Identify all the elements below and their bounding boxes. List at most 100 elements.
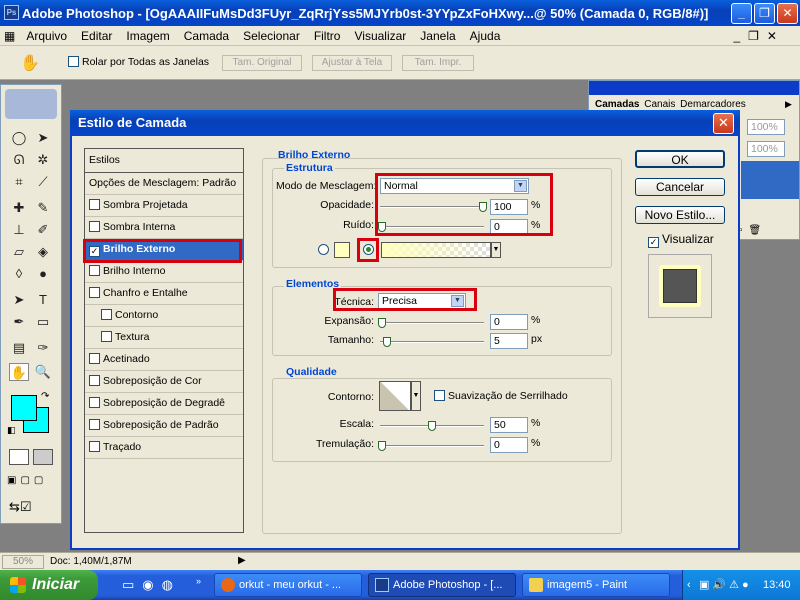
range-input[interactable]: 50: [490, 417, 528, 433]
spread-slider[interactable]: [378, 318, 484, 328]
slice-tool-icon[interactable]: ⟋: [33, 173, 53, 191]
fill-field-panel[interactable]: 100%: [747, 141, 785, 157]
menu-imagem[interactable]: Imagem: [119, 29, 176, 43]
tray-icons[interactable]: ▣🔊⚠●: [699, 570, 752, 600]
spread-slider-thumb[interactable]: [378, 318, 386, 328]
task-paint[interactable]: imagem5 - Paint: [522, 573, 670, 597]
swap-colors-icon[interactable]: ↷: [41, 391, 49, 402]
style-item[interactable]: Textura: [85, 327, 243, 349]
close-button[interactable]: ✕: [777, 3, 798, 24]
glow-gradient-swatch[interactable]: [381, 242, 491, 258]
task-orkut[interactable]: orkut - meu orkut - ...: [214, 573, 362, 597]
style-item[interactable]: Sobreposição de Cor: [85, 371, 243, 393]
doc-window-controls[interactable]: _❐✕: [727, 29, 793, 43]
size-slider-thumb[interactable]: [383, 337, 391, 347]
zoom-level[interactable]: 50%: [2, 555, 44, 569]
opacity-field-panel[interactable]: 100%: [747, 119, 785, 135]
style-checkbox[interactable]: [89, 419, 100, 430]
jitter-input[interactable]: 0: [490, 437, 528, 453]
bucket-tool-icon[interactable]: ◈: [33, 243, 53, 261]
style-checkbox[interactable]: [89, 287, 100, 298]
type-tool-icon[interactable]: T: [33, 291, 53, 309]
stamp-tool-icon[interactable]: ⊥: [9, 221, 29, 239]
status-menu-arrow-icon[interactable]: ▶: [238, 555, 246, 566]
tab-camadas[interactable]: Camadas: [595, 99, 639, 110]
contour-dropdown-icon[interactable]: ▼: [411, 381, 421, 411]
notes-tool-icon[interactable]: ▤: [9, 339, 29, 357]
menu-ajuda[interactable]: Ajuda: [463, 29, 508, 43]
actual-pixels-button[interactable]: Tam. Original: [222, 55, 302, 71]
size-slider[interactable]: [380, 337, 484, 347]
style-item[interactable]: Sombra Projetada: [85, 195, 243, 217]
imageready-icon[interactable]: ⇆☑: [9, 499, 32, 515]
jitter-slider-thumb[interactable]: [378, 441, 386, 451]
ok-button[interactable]: OK: [635, 150, 725, 168]
cancel-button[interactable]: Cancelar: [635, 178, 725, 196]
style-item[interactable]: Brilho Interno: [85, 261, 243, 283]
style-checkbox[interactable]: [89, 199, 100, 210]
dialog-close-button[interactable]: ✕: [713, 113, 734, 134]
doc-icon[interactable]: ▦: [0, 29, 19, 43]
style-item[interactable]: Contorno: [85, 305, 243, 327]
default-colors-icon[interactable]: ◧: [7, 425, 16, 436]
tab-canais[interactable]: Canais: [644, 99, 675, 110]
print-size-button[interactable]: Tam. Impr.: [402, 55, 474, 71]
menu-visualizar[interactable]: Visualizar: [347, 29, 413, 43]
healing-tool-icon[interactable]: ✚: [9, 199, 29, 217]
quicklaunch-icons[interactable]: ▭◉◍: [122, 577, 181, 593]
range-slider[interactable]: [380, 421, 484, 431]
restore-button[interactable]: ❐: [754, 3, 775, 24]
eyedropper-icon[interactable]: ✑: [33, 339, 53, 357]
style-checkbox[interactable]: [89, 375, 100, 386]
eraser-tool-icon[interactable]: ▱: [9, 243, 29, 261]
hand-tool-icon[interactable]: ✋: [20, 53, 40, 73]
style-item[interactable]: Sobreposição de Degradê: [85, 393, 243, 415]
preview-checkbox[interactable]: ✓ Visualizar: [648, 232, 714, 248]
style-checkbox[interactable]: [101, 331, 112, 342]
screen-mode-icons[interactable]: ▣▢▢: [7, 475, 57, 489]
panel-menu-icon[interactable]: ▶: [785, 99, 792, 110]
color-radio[interactable]: [318, 244, 329, 255]
pen-tool-icon[interactable]: ✒: [9, 313, 29, 331]
marquee-tool-icon[interactable]: ◯: [9, 129, 29, 147]
spread-input[interactable]: 0: [490, 314, 528, 330]
styles-header[interactable]: Estilos: [85, 149, 243, 173]
shape-tool-icon[interactable]: ▭: [33, 313, 53, 331]
fit-screen-button[interactable]: Ajustar à Tela: [312, 55, 392, 71]
style-item[interactable]: Traçado: [85, 437, 243, 459]
menu-arquivo[interactable]: Arquivo: [19, 29, 74, 43]
style-checkbox[interactable]: [89, 397, 100, 408]
quickmask-mode-icon[interactable]: [33, 449, 53, 465]
style-checkbox[interactable]: [89, 265, 100, 276]
style-checkbox[interactable]: [89, 353, 100, 364]
blur-tool-icon[interactable]: ◊: [9, 265, 29, 283]
path-select-icon[interactable]: ➤: [9, 291, 29, 309]
style-item[interactable]: Chanfro e Entalhe: [85, 283, 243, 305]
selected-layer-row[interactable]: [741, 161, 799, 199]
zoom-tool-icon[interactable]: 🔍: [33, 363, 53, 381]
style-checkbox[interactable]: [89, 221, 100, 232]
dodge-tool-icon[interactable]: ●: [33, 265, 53, 283]
menu-janela[interactable]: Janela: [413, 29, 462, 43]
crop-tool-icon[interactable]: ⌗: [9, 173, 29, 191]
menu-selecionar[interactable]: Selecionar: [236, 29, 307, 43]
size-input[interactable]: 5: [490, 333, 528, 349]
jitter-slider[interactable]: [378, 441, 484, 451]
antialias-checkbox[interactable]: Suavização de Serrilhado: [434, 390, 568, 402]
style-item[interactable]: Sombra Interna: [85, 217, 243, 239]
glow-color-swatch[interactable]: [334, 242, 350, 258]
style-checkbox[interactable]: [89, 441, 100, 452]
start-button[interactable]: Iniciar: [0, 570, 98, 600]
scroll-all-checkbox[interactable]: Rolar por Todas as Janelas: [68, 56, 209, 68]
style-item[interactable]: Acetinado: [85, 349, 243, 371]
menu-filtro[interactable]: Filtro: [307, 29, 348, 43]
magic-wand-icon[interactable]: ✲: [33, 151, 53, 169]
tab-demarcadores[interactable]: Demarcadores: [680, 99, 746, 110]
menu-editar[interactable]: Editar: [74, 29, 119, 43]
range-slider-thumb[interactable]: [428, 421, 436, 431]
history-brush-icon[interactable]: ✐: [33, 221, 53, 239]
lasso-tool-icon[interactable]: ᘏ: [9, 151, 29, 169]
panel-footer-icons[interactable]: ▫🗑: [739, 225, 767, 236]
style-item[interactable]: Sobreposição de Padrão: [85, 415, 243, 437]
brush-tool-icon[interactable]: ✎: [33, 199, 53, 217]
